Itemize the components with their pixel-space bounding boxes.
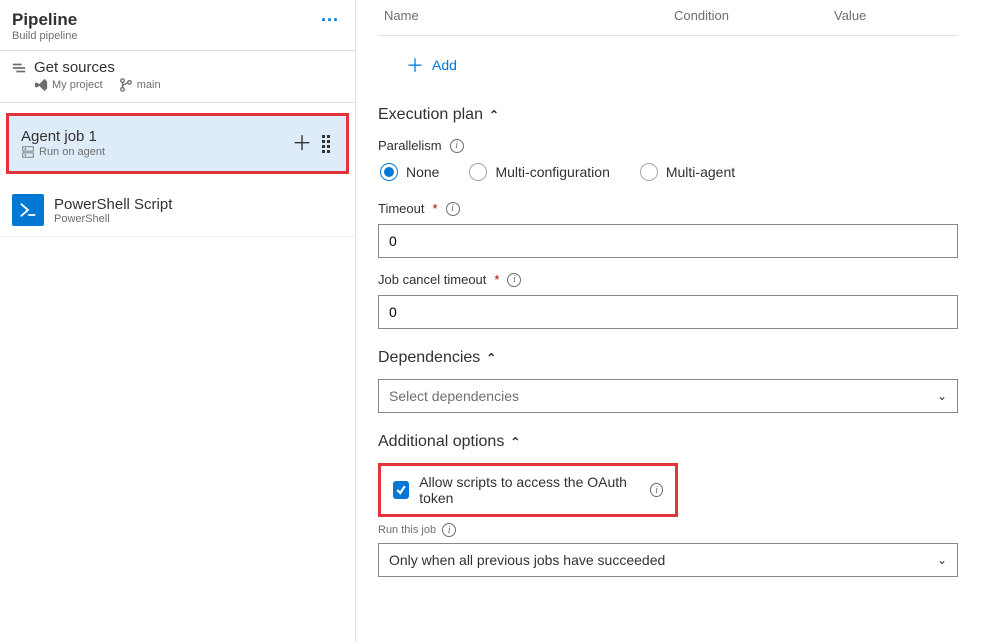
- powershell-icon: [12, 194, 44, 226]
- variables-table: Name Condition Value: [378, 0, 958, 36]
- oauth-label: Allow scripts to access the OAuth token: [419, 474, 640, 506]
- branch-icon: [119, 78, 133, 92]
- add-task-button[interactable]: ＋: [292, 134, 312, 154]
- task-title: PowerShell Script: [54, 196, 172, 213]
- info-icon[interactable]: i: [446, 202, 460, 216]
- timeout-label: Timeout* i: [378, 201, 982, 216]
- radio-multi-config[interactable]: Multi-configuration: [469, 163, 609, 181]
- col-condition[interactable]: Condition: [668, 0, 828, 36]
- run-job-select[interactable]: Only when all previous jobs have succeed…: [378, 543, 958, 577]
- chevron-down-icon: ⌄: [937, 553, 947, 567]
- chevron-up-icon: ⌃: [510, 435, 520, 449]
- agent-job-item[interactable]: Agent job 1 Run on agent ＋: [6, 113, 349, 174]
- run-job-label: Run this job i: [378, 523, 982, 537]
- col-name[interactable]: Name: [378, 0, 668, 36]
- cancel-timeout-input[interactable]: [378, 295, 958, 329]
- drag-handle-icon[interactable]: [322, 135, 332, 153]
- sources-icon: [12, 61, 26, 75]
- add-variable-button[interactable]: ＋ Add: [406, 52, 457, 78]
- radio-multi-agent[interactable]: Multi-agent: [640, 163, 735, 181]
- timeout-input[interactable]: [378, 224, 958, 258]
- col-value[interactable]: Value: [828, 0, 958, 36]
- pipeline-header: Pipeline Build pipeline ···: [0, 0, 355, 51]
- chevron-up-icon: ⌃: [486, 351, 496, 365]
- additional-options-header[interactable]: Additional options⌃: [378, 433, 982, 451]
- left-pane: Pipeline Build pipeline ··· Get sources …: [0, 0, 356, 642]
- agent-job-sub: Run on agent: [21, 145, 105, 159]
- agent-job-title: Agent job 1: [21, 128, 105, 145]
- info-icon[interactable]: i: [507, 273, 521, 287]
- powershell-task-item[interactable]: PowerShell Script PowerShell: [0, 184, 355, 237]
- parallelism-label: Parallelism i: [378, 138, 982, 153]
- execution-plan-header[interactable]: Execution plan⌃: [378, 106, 982, 124]
- server-icon: [21, 145, 35, 159]
- chevron-down-icon: ⌄: [937, 389, 947, 403]
- oauth-checkbox[interactable]: [393, 481, 409, 499]
- pipeline-more-button[interactable]: ···: [317, 10, 343, 31]
- vs-icon: [34, 78, 48, 92]
- info-icon[interactable]: i: [650, 483, 663, 497]
- chevron-up-icon: ⌃: [489, 108, 499, 122]
- task-sub: PowerShell: [54, 213, 172, 225]
- dependencies-header[interactable]: Dependencies⌃: [378, 349, 982, 367]
- right-pane: Name Condition Value ＋ Add Execution pla…: [356, 0, 1004, 642]
- get-sources-item[interactable]: Get sources My project main: [0, 51, 355, 103]
- dependencies-select[interactable]: Select dependencies ⌄: [378, 379, 958, 413]
- cancel-timeout-label: Job cancel timeout* i: [378, 272, 982, 287]
- get-sources-label: Get sources: [34, 59, 115, 76]
- info-icon[interactable]: i: [442, 523, 456, 537]
- branch-chip: main: [119, 78, 161, 92]
- pipeline-subtitle: Build pipeline: [12, 30, 77, 42]
- parallelism-radio-group: None Multi-configuration Multi-agent: [378, 161, 982, 187]
- radio-none[interactable]: None: [380, 163, 439, 181]
- pipeline-title: Pipeline: [12, 10, 77, 30]
- info-icon[interactable]: i: [450, 139, 464, 153]
- plus-icon: ＋: [406, 52, 424, 78]
- oauth-highlight: Allow scripts to access the OAuth token …: [378, 463, 678, 517]
- project-chip: My project: [34, 78, 103, 92]
- check-icon: [395, 484, 407, 496]
